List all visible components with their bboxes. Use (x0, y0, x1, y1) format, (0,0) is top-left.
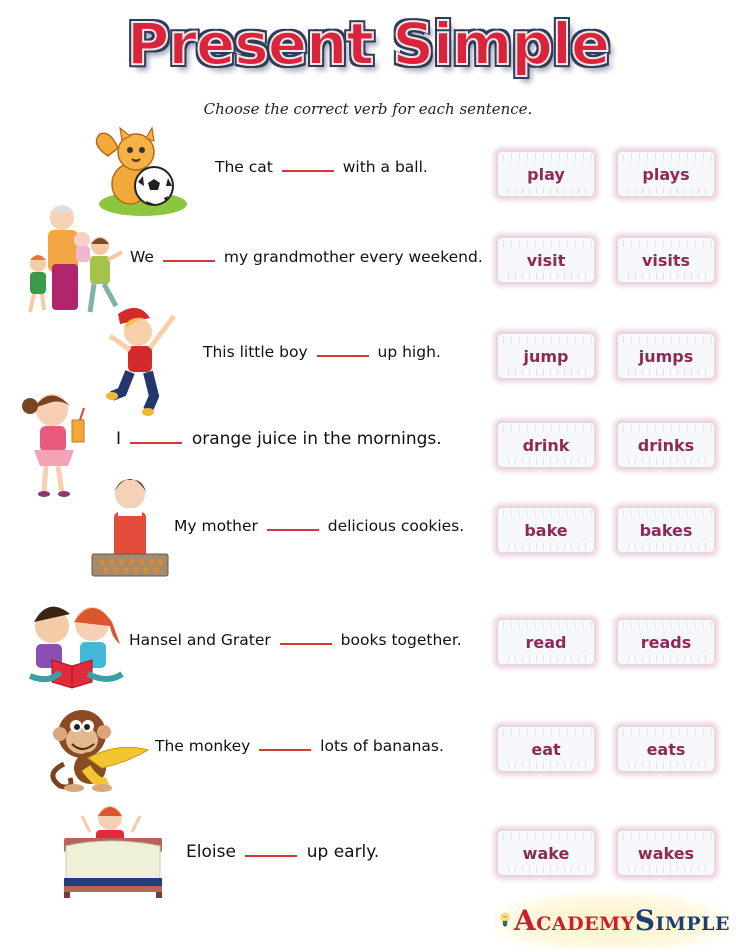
sentence-text-after: with a ball. (342, 158, 428, 176)
sentence-2: We my grandmother every weekend. (130, 248, 483, 266)
logo-initial-a: A (514, 903, 537, 937)
option-label: eats (646, 739, 686, 759)
mother-cookies-icon (91, 479, 169, 577)
option-label: drink (522, 435, 570, 455)
option-label: jumps (638, 346, 694, 366)
option-card[interactable]: wakes (616, 829, 716, 877)
option-label: jump (523, 346, 569, 366)
option-label: eat (531, 739, 561, 759)
sentence-text-after: books together. (340, 631, 462, 649)
logo-word-academy: CADEMY (536, 912, 635, 935)
answer-blank[interactable] (130, 441, 183, 444)
option-card[interactable]: visit (496, 236, 596, 284)
boy-jumping-icon (106, 307, 176, 416)
instructions: Choose the correct verb for each sentenc… (203, 100, 533, 118)
monkey-banana-icon (50, 710, 150, 792)
page-title: Present Simple (126, 9, 611, 79)
option-label: wake (522, 843, 570, 863)
answer-blank[interactable] (279, 642, 332, 645)
sentence-text-after: up high. (377, 343, 441, 361)
option-label: wakes (637, 843, 695, 863)
option-card[interactable]: bake (496, 506, 596, 554)
option-card[interactable]: play (496, 150, 596, 198)
logo-initial-s: S (634, 903, 656, 937)
option-label: visits (641, 250, 691, 270)
answer-blank[interactable] (245, 854, 298, 857)
sentence-8: Eloise up early. (186, 842, 379, 862)
option-label: plays (642, 164, 690, 184)
sentence-text-after: delicious cookies. (327, 517, 465, 535)
option-label: play (527, 164, 565, 184)
child-in-bed-icon (64, 806, 162, 898)
option-card[interactable]: bakes (616, 506, 716, 554)
option-card[interactable]: visits (616, 236, 716, 284)
option-card[interactable]: jump (496, 332, 596, 380)
option-card[interactable]: wake (496, 829, 596, 877)
option-card[interactable]: drinks (616, 421, 716, 469)
sentence-text-before: My mother (174, 517, 258, 535)
sentence-text-before: Hansel and Grater (129, 631, 271, 649)
answer-blank[interactable] (259, 748, 312, 751)
sentence-text-before: I (116, 429, 122, 449)
answer-blank[interactable] (266, 528, 319, 531)
sentence-3: This little boy up high. (203, 343, 441, 361)
option-card[interactable]: eats (616, 725, 716, 773)
option-label: drinks (637, 435, 695, 455)
academy-simple-logo: ACADEMYSIMPLE (494, 892, 730, 948)
option-card[interactable]: reads (616, 618, 716, 666)
option-card[interactable]: plays (616, 150, 716, 198)
sentence-1: The cat with a ball. (215, 158, 428, 176)
sentence-text-after: up early. (306, 842, 380, 862)
sentence-text-before: The monkey (155, 737, 251, 755)
option-label: reads (640, 632, 692, 652)
sentence-text-after: my grandmother every weekend. (223, 248, 483, 266)
grandmother-children-icon (28, 205, 123, 313)
sentence-text-before: We (130, 248, 154, 266)
option-label: visit (526, 250, 566, 270)
answer-blank[interactable] (316, 354, 369, 357)
option-card[interactable]: drink (496, 421, 596, 469)
logo-word-simple: IMPLE (655, 912, 730, 935)
option-label: bake (524, 520, 568, 540)
sentence-text-before: The cat (215, 158, 273, 176)
sentence-4: I orange juice in the mornings. (116, 429, 442, 449)
girl-drinking-juice-icon (22, 394, 85, 497)
sentence-text-before: Eloise (186, 842, 236, 862)
lightbulb-icon (500, 913, 510, 927)
option-card[interactable]: read (496, 618, 596, 666)
sentence-7: The monkey lots of bananas. (155, 737, 444, 755)
children-reading-icon (28, 606, 124, 689)
sentence-text-before: This little boy (203, 343, 308, 361)
sentence-6: Hansel and Grater books together. (129, 631, 462, 649)
sentence-text-after: orange juice in the mornings. (191, 429, 442, 449)
option-card[interactable]: jumps (616, 332, 716, 380)
answer-blank[interactable] (162, 259, 215, 262)
answer-blank[interactable] (281, 169, 334, 172)
sentence-5: My mother delicious cookies. (174, 517, 464, 535)
option-card[interactable]: eat (496, 725, 596, 773)
option-label: bakes (639, 520, 693, 540)
option-label: read (525, 632, 567, 652)
sentence-text-after: lots of bananas. (320, 737, 444, 755)
